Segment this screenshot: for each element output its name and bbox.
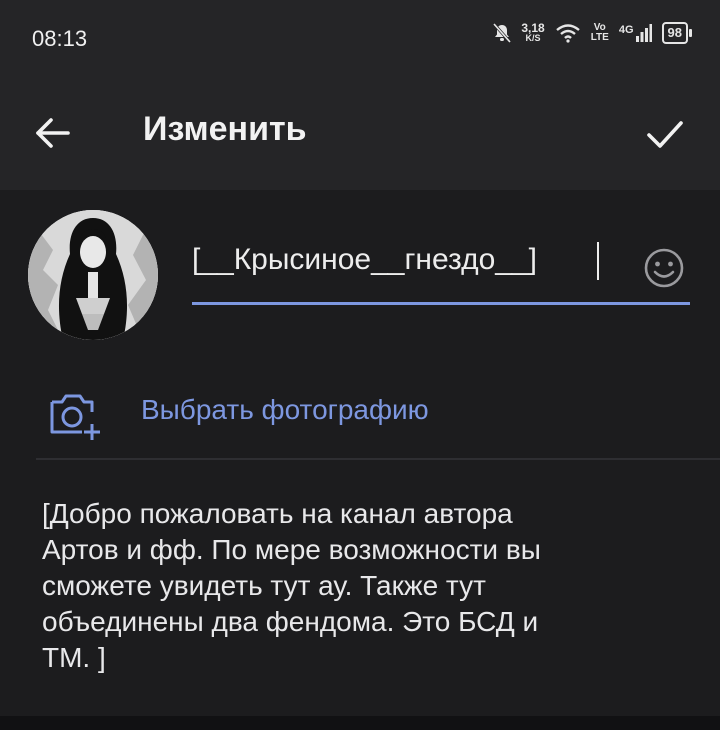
text-cursor bbox=[597, 242, 599, 280]
channel-description-field[interactable]: [Добро пожаловать на канал автора Артов … bbox=[42, 496, 662, 676]
volte-indicator: Vo LTE bbox=[591, 23, 609, 43]
signal-bars-icon bbox=[635, 24, 652, 42]
cell-signal: 4G bbox=[619, 24, 652, 42]
status-time: 08:13 bbox=[32, 26, 88, 51]
name-input-underline bbox=[192, 302, 690, 305]
mute-bell-icon bbox=[493, 23, 512, 43]
check-icon bbox=[647, 121, 683, 148]
bottom-edge bbox=[0, 716, 720, 730]
page-title: Изменить bbox=[143, 110, 307, 148]
divider bbox=[36, 458, 720, 460]
channel-name-input[interactable] bbox=[192, 242, 592, 278]
battery-icon: 98 bbox=[661, 22, 692, 44]
network-type: 4G bbox=[618, 24, 634, 36]
wifi-icon bbox=[555, 24, 580, 43]
battery-level: 98 bbox=[661, 22, 688, 44]
volte-bottom: LTE bbox=[590, 32, 609, 43]
status-bar: 08:13 3,18 K/S Vo LTE 4G 98 bbox=[0, 0, 720, 76]
arrow-left-icon bbox=[36, 118, 70, 148]
save-button[interactable] bbox=[640, 109, 690, 159]
battery-tip bbox=[689, 29, 692, 37]
edit-channel-form: Выбрать фотографию [Добро пожаловать на … bbox=[0, 190, 720, 716]
emoji-button[interactable] bbox=[642, 246, 686, 290]
choose-photo-button[interactable]: Выбрать фотографию bbox=[0, 376, 720, 454]
network-speed-value: 3,18 bbox=[521, 21, 545, 35]
camera-add-icon bbox=[50, 394, 100, 440]
toolbar: Изменить bbox=[0, 76, 720, 190]
network-speed: 3,18 K/S bbox=[521, 21, 545, 43]
back-button[interactable] bbox=[30, 111, 74, 155]
status-icons: 3,18 K/S Vo LTE 4G 98 bbox=[493, 22, 692, 44]
avatar-image bbox=[28, 210, 158, 340]
smiley-icon bbox=[644, 248, 684, 288]
choose-photo-label: Выбрать фотографию bbox=[141, 394, 429, 425]
channel-avatar[interactable] bbox=[28, 210, 158, 340]
